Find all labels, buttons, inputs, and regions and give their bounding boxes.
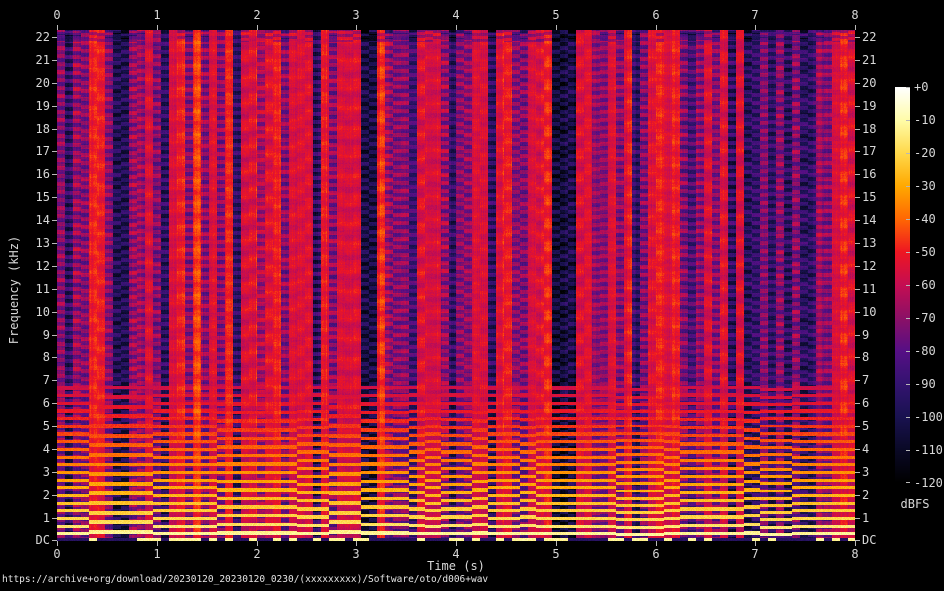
y-tick-label-left: 2 [0, 488, 50, 502]
y-tick-label-left: 22 [0, 30, 50, 44]
y-tick-label-right: 22 [862, 30, 902, 44]
y-tick-right [855, 37, 860, 38]
x-tick-bottom [157, 541, 158, 546]
y-tick-label-left: 21 [0, 53, 50, 67]
y-tick-label-left: 17 [0, 144, 50, 158]
spectrogram-window: Frequency (kHz) 012345678 012345678 2221… [0, 0, 944, 591]
y-tick-right [855, 60, 860, 61]
colorbar-tick-label: -30 [914, 179, 944, 193]
colorbar-tick-label: +0 [914, 80, 944, 94]
y-tick-right [855, 403, 860, 404]
x-tick-bottom [656, 541, 657, 546]
y-tick-right [855, 220, 860, 221]
colorbar-tick-label: -60 [914, 278, 944, 292]
source-url: https://archive+org/download/20230120_20… [2, 574, 488, 586]
x-tick-label-top: 8 [844, 8, 866, 22]
x-tick-bottom [356, 541, 357, 546]
y-tick-right [855, 197, 860, 198]
y-tick-right [855, 106, 860, 107]
y-tick-label-left: DC [0, 533, 50, 547]
x-tick-label-top: 1 [146, 8, 168, 22]
y-tick-label-left: 4 [0, 442, 50, 456]
x-tick-label-top: 0 [46, 8, 68, 22]
y-tick-right [855, 174, 860, 175]
y-tick-label-left: 7 [0, 373, 50, 387]
y-tick-label-left: 14 [0, 213, 50, 227]
colorbar-tick-label: -90 [914, 377, 944, 391]
x-tick-label-top: 7 [744, 8, 766, 22]
colorbar-tick-label: -110 [914, 443, 944, 457]
y-tick-label-left: 5 [0, 419, 50, 433]
x-axis-title: Time (s) [57, 559, 855, 573]
y-tick-label-left: 18 [0, 122, 50, 136]
y-tick-right [855, 472, 860, 473]
x-tick-bottom [257, 541, 258, 546]
x-tick-label-top: 5 [545, 8, 567, 22]
y-tick-right [855, 518, 860, 519]
y-tick-right [855, 129, 860, 130]
y-tick-right [855, 151, 860, 152]
y-tick-label-left: 16 [0, 167, 50, 181]
x-tick-bottom [855, 541, 856, 546]
y-tick-right [855, 335, 860, 336]
spectrogram-plot [57, 30, 855, 541]
colorbar-tick-label: -40 [914, 212, 944, 226]
y-tick-label-left: 11 [0, 282, 50, 296]
x-tick-label-top: 6 [645, 8, 667, 22]
y-tick-label-left: 19 [0, 99, 50, 113]
y-tick-right [855, 380, 860, 381]
y-tick-label-left: 6 [0, 396, 50, 410]
y-tick-label-left: 13 [0, 236, 50, 250]
y-tick-label-right: DC [862, 533, 902, 547]
colorbar-tick-label: -70 [914, 311, 944, 325]
y-tick-right [855, 312, 860, 313]
y-tick-right [855, 266, 860, 267]
y-tick-right [855, 426, 860, 427]
y-tick-right [855, 495, 860, 496]
colorbar-tick-label: -20 [914, 146, 944, 160]
x-tick-bottom [456, 541, 457, 546]
x-tick-bottom [556, 541, 557, 546]
x-tick-label-top: 2 [246, 8, 268, 22]
y-tick-right [855, 289, 860, 290]
x-tick-label-top: 4 [445, 8, 467, 22]
y-tick-label-left: 9 [0, 328, 50, 342]
y-tick-label-right: 21 [862, 53, 902, 67]
y-tick-right [855, 83, 860, 84]
y-tick-label-right: 1 [862, 511, 902, 525]
y-tick-label-left: 12 [0, 259, 50, 273]
y-tick-label-left: 8 [0, 350, 50, 364]
y-tick-label-left: 20 [0, 76, 50, 90]
y-tick-label-left: 15 [0, 190, 50, 204]
y-tick-right [855, 449, 860, 450]
colorbar-tick-label: -100 [914, 410, 944, 424]
x-tick-bottom [57, 541, 58, 546]
colorbar [895, 87, 910, 483]
x-tick-label-top: 3 [345, 8, 367, 22]
y-tick-label-left: 3 [0, 465, 50, 479]
y-tick-right [855, 357, 860, 358]
y-tick-label-left: 1 [0, 511, 50, 525]
colorbar-unit-label: dBFS [885, 497, 944, 511]
colorbar-tick-label: -10 [914, 113, 944, 127]
y-tick-label-left: 10 [0, 305, 50, 319]
x-tick-bottom [755, 541, 756, 546]
colorbar-tick-label: -80 [914, 344, 944, 358]
x-tick-top [855, 25, 856, 30]
colorbar-tick-label: -50 [914, 245, 944, 259]
y-tick-right [855, 540, 860, 541]
y-tick-right [855, 243, 860, 244]
colorbar-tick-label: -120 [914, 476, 944, 490]
